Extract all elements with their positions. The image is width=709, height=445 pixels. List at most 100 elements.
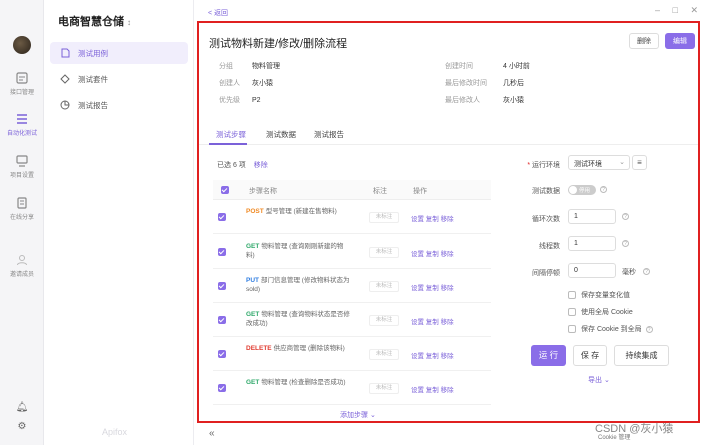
table-row[interactable]: GET 物料管理 (检查删除是否成功) 未标注 设置 复制 移除: [213, 372, 491, 405]
interval-unit: 毫秒: [622, 269, 636, 276]
chevron-down-icon: ⌄: [619, 159, 625, 166]
row-operations[interactable]: 设置 复制 移除: [411, 282, 454, 292]
row-operations[interactable]: 设置 复制 移除: [411, 316, 454, 326]
settings-icon: [16, 155, 28, 167]
automation-icon: [17, 114, 27, 124]
http-method: PUT: [246, 277, 259, 284]
row-checkbox[interactable]: [218, 350, 226, 358]
checkbox-box[interactable]: [568, 291, 576, 299]
env-manage-button[interactable]: ≡: [632, 155, 647, 170]
interval-input[interactable]: 0: [568, 263, 616, 278]
meta-creator: 创建人 灰小猿: [219, 80, 273, 87]
step-text: 供应商管理 (删除该物料): [273, 345, 345, 352]
help-icon: ?: [645, 325, 653, 333]
tab-indicator: [209, 143, 247, 145]
step-description: PUT 部门信息管理 (修改物料状态为 sold): [246, 276, 351, 294]
save-button[interactable]: 保 存: [573, 345, 607, 366]
table-row[interactable]: POST 型号管理 (新建在售物料) 未标注 设置 复制 移除: [213, 201, 491, 234]
row-checkbox[interactable]: [218, 248, 226, 256]
api-icon: [16, 72, 28, 84]
row-checkbox[interactable]: [218, 384, 226, 392]
row-operations[interactable]: 设置 复制 移除: [411, 350, 454, 360]
meta-modified: 最后修改时间 几秒后: [445, 80, 524, 87]
rail-item-settings[interactable]: 项目设置: [0, 155, 44, 179]
annotation-tag[interactable]: 未标注: [369, 281, 399, 292]
meta-group: 分组 物料管理: [219, 63, 280, 70]
export-dropdown[interactable]: 导出 ⌄: [588, 375, 610, 385]
bell-icon[interactable]: 🔔︎: [0, 402, 44, 413]
sidebar-item-testcases[interactable]: 测试用例: [50, 42, 188, 64]
threads-label: 线程数: [539, 243, 560, 250]
sidebar-item-reports[interactable]: 测试报告: [50, 94, 188, 116]
delete-button[interactable]: 删除: [629, 33, 659, 49]
http-method: GET: [246, 243, 260, 250]
checkbox-box[interactable]: [568, 308, 576, 316]
report-icon: [60, 100, 70, 110]
share-icon: [17, 197, 27, 209]
help-icon: ?: [622, 213, 629, 220]
row-operations[interactable]: 设置 复制 移除: [411, 213, 454, 223]
page-title: 测试物料新建/修改/删除流程: [209, 38, 348, 50]
run-button[interactable]: 运 行: [531, 345, 566, 366]
tab-steps[interactable]: 测试步骤: [216, 129, 246, 140]
annotation-tag[interactable]: 未标注: [369, 315, 399, 326]
rail-item-automation[interactable]: 自动化测试: [0, 113, 44, 137]
tab-data[interactable]: 测试数据: [266, 129, 296, 140]
add-step-link[interactable]: 添加步骤 ⌄: [340, 410, 376, 420]
col-step-name: 步骤名称: [249, 188, 277, 195]
edit-button[interactable]: 编辑: [665, 33, 695, 49]
step-description: GET 物料管理 (检查删除是否成功): [246, 378, 351, 387]
annotation-tag[interactable]: 未标注: [369, 383, 399, 394]
left-rail: 接口管理 自动化测试 项目设置 在线分享 邀请成员 🔔︎ ⚙: [0, 0, 44, 445]
save-vars-checkbox[interactable]: 保存变量变化值: [568, 290, 630, 300]
back-link[interactable]: < 返回: [208, 8, 228, 18]
row-operations[interactable]: 设置 复制 移除: [411, 248, 454, 258]
row-checkbox[interactable]: [218, 316, 226, 324]
col-operations: 操作: [413, 188, 427, 195]
project-switcher[interactable]: 电商智慧仓储 ↕: [58, 13, 131, 29]
rail-item-invite[interactable]: 邀请成员: [0, 254, 44, 278]
table-row[interactable]: PUT 部门信息管理 (修改物料状态为 sold) 未标注 设置 复制 移除: [213, 270, 491, 303]
step-text: 物料管理 (查询刚刚新建的物料): [246, 243, 344, 259]
annotation-tag[interactable]: 未标注: [369, 247, 399, 258]
steps-table-header: 步骤名称 标注 操作: [213, 180, 491, 200]
http-method: GET: [246, 379, 260, 386]
avatar[interactable]: [13, 36, 31, 54]
cookie-manager-link[interactable]: Cookie 管理: [598, 432, 630, 441]
test-data-label: 测试数据: [532, 188, 560, 195]
loops-input[interactable]: 1: [568, 209, 616, 224]
tab-bar: 测试步骤 测试数据 测试报告: [199, 123, 698, 145]
tab-reports[interactable]: 测试报告: [314, 129, 344, 140]
chevron-updown-icon: ↕: [127, 18, 131, 27]
sidebar-item-suites[interactable]: 测试套件: [50, 68, 188, 90]
file-icon: [60, 48, 70, 58]
test-data-toggle[interactable]: 停用: [568, 185, 596, 195]
ci-button[interactable]: 持续集成: [614, 345, 669, 366]
invite-icon: [17, 255, 27, 266]
step-text: 型号管理 (新建在售物料): [265, 208, 337, 215]
row-checkbox[interactable]: [218, 213, 226, 221]
step-text: 物料管理 (检查删除是否成功): [261, 379, 346, 386]
selection-summary: 已选 6 项移除: [217, 162, 268, 169]
collapse-sidebar-icon[interactable]: «: [209, 428, 215, 439]
table-row[interactable]: GET 物料管理 (查询物料状态是否修改成功) 未标注 设置 复制 移除: [213, 304, 491, 337]
rail-item-share[interactable]: 在线分享: [0, 197, 44, 221]
help-icon: ?: [622, 240, 629, 247]
annotation-tag[interactable]: 未标注: [369, 212, 399, 223]
table-row[interactable]: GET 物料管理 (查询刚刚新建的物料) 未标注 设置 复制 移除: [213, 236, 491, 269]
save-cookie-global-checkbox[interactable]: 保存 Cookie 到全局?: [568, 324, 653, 334]
table-row[interactable]: DELETE 供应商管理 (删除该物料) 未标注 设置 复制 移除: [213, 338, 491, 371]
row-checkbox[interactable]: [218, 282, 226, 290]
threads-input[interactable]: 1: [568, 236, 616, 251]
use-global-cookie-checkbox[interactable]: 使用全局 Cookie: [568, 307, 633, 317]
rail-item-api[interactable]: 接口管理: [0, 72, 44, 96]
env-select[interactable]: 测试环境 ⌄: [568, 155, 630, 170]
gear-icon[interactable]: ⚙: [0, 421, 44, 432]
select-all-checkbox[interactable]: [221, 186, 229, 194]
annotation-tag[interactable]: 未标注: [369, 349, 399, 360]
checkbox-box[interactable]: [568, 325, 576, 333]
row-operations[interactable]: 设置 复制 移除: [411, 384, 454, 394]
window-controls[interactable]: – □ ✕: [655, 5, 703, 16]
menu-icon: ≡: [637, 158, 642, 167]
remove-selected-link[interactable]: 移除: [254, 162, 268, 169]
